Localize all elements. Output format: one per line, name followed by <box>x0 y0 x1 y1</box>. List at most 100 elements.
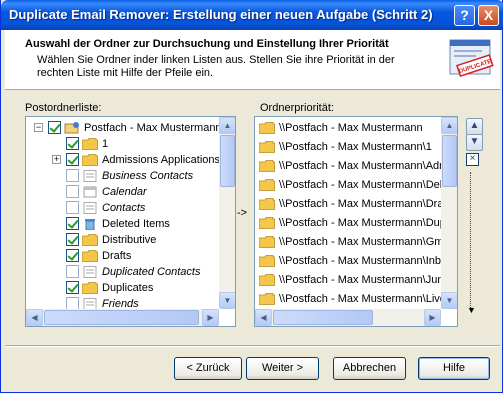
scroll-left-arrow-icon[interactable]: ◀ <box>255 309 272 326</box>
folder-priority-list[interactable]: \\Postfach - Max Mustermann \\Postfach - … <box>254 116 458 327</box>
expand-icon[interactable]: + <box>52 155 61 164</box>
tree-item-label: Duplicates <box>102 282 154 294</box>
folder-icon <box>259 274 275 286</box>
folder-checkbox[interactable] <box>66 265 79 278</box>
folder-checkbox[interactable] <box>66 233 79 246</box>
mailbox-icon <box>64 122 79 134</box>
priority-item-label: \\Postfach - Max Mustermann\1 <box>279 141 432 153</box>
left-list-label: Postordnerliste: <box>25 102 102 114</box>
folder-icon <box>259 255 275 267</box>
priority-item[interactable]: \\Postfach - Max Mustermann\Draf <box>255 196 447 212</box>
move-up-button[interactable]: ▲ <box>466 118 483 135</box>
title-help-button[interactable]: ? <box>454 5 475 26</box>
move-down-button[interactable]: ▼ <box>466 134 483 151</box>
scroll-up-arrow-icon[interactable]: ▲ <box>219 117 235 134</box>
right-hscroll-thumb[interactable] <box>273 310 373 325</box>
folder-icon <box>259 122 275 134</box>
contacts-icon <box>83 202 97 214</box>
left-hscroll-thumb[interactable] <box>44 310 199 325</box>
title-close-button[interactable]: X <box>478 5 499 26</box>
tree-item[interactable]: 1 <box>26 136 219 152</box>
right-horizontal-scrollbar[interactable]: ◀ ▶ <box>255 309 441 326</box>
folder-icon <box>82 282 98 294</box>
scroll-right-arrow-icon[interactable]: ▶ <box>424 309 441 326</box>
priority-item[interactable]: \\Postfach - Max Mustermann\Live <box>255 291 446 307</box>
left-horizontal-scrollbar[interactable]: ◀ ▶ <box>26 309 219 326</box>
tree-item-label: Postfach - Max Mustermann <box>84 122 222 134</box>
folder-icon <box>82 154 98 166</box>
mail-folder-tree[interactable]: − Postfach - Max Mustermann 1 + Admissions A… <box>25 116 236 327</box>
priority-item[interactable]: \\Postfach - Max Mustermann\Inbo <box>255 253 447 269</box>
priority-item[interactable]: \\Postfach - Max Mustermann\Junl <box>255 272 446 288</box>
left-vscroll-thumb[interactable] <box>220 135 235 187</box>
priority-item[interactable]: \\Postfach - Max Mustermann\Dele <box>255 177 448 193</box>
tree-item[interactable]: + Admissions Applications <box>26 152 220 168</box>
scroll-right-arrow-icon[interactable]: ▶ <box>202 309 219 326</box>
tree-item-label: Drafts <box>102 250 132 262</box>
priority-item-label: \\Postfach - Max Mustermann <box>279 122 423 134</box>
priority-item[interactable]: \\Postfach - Max Mustermann\Adm <box>255 158 448 174</box>
tree-item-label: Deleted Items <box>102 218 170 230</box>
folder-icon <box>259 141 275 153</box>
tree-item[interactable]: Business Contacts <box>26 168 219 184</box>
help-button[interactable]: Hilfe <box>418 357 490 380</box>
tree-item-label: Contacts <box>102 202 146 214</box>
calendar-icon <box>83 186 97 198</box>
trash-icon <box>85 219 95 230</box>
window-title: Duplicate Email Remover: Erstellung eine… <box>9 7 433 22</box>
scroll-down-arrow-icon[interactable]: ▼ <box>441 292 457 309</box>
priority-item[interactable]: \\Postfach - Max Mustermann\Dup <box>255 215 446 231</box>
scroll-down-arrow-icon[interactable]: ▼ <box>219 292 235 309</box>
priority-item-label: \\Postfach - Max Mustermann\Inbo <box>279 255 448 267</box>
tree-item[interactable]: Distributive <box>26 232 219 248</box>
folder-icon <box>82 250 98 262</box>
folder-checkbox[interactable] <box>66 217 79 230</box>
priority-item[interactable]: \\Postfach - Max Mustermann <box>255 120 441 136</box>
right-vscroll-thumb[interactable] <box>442 135 457 187</box>
back-button[interactable]: < Zurück <box>174 357 242 380</box>
priority-item[interactable]: \\Postfach - Max Mustermann\1 <box>255 139 441 155</box>
folder-checkbox[interactable] <box>48 121 61 134</box>
tree-item-label: 1 <box>102 138 109 150</box>
small-down-arrow-icon: ▼ <box>467 305 476 315</box>
scroll-left-arrow-icon[interactable]: ◀ <box>26 309 43 326</box>
folder-checkbox[interactable] <box>66 137 79 150</box>
folder-icon <box>259 217 275 229</box>
priority-item-label: \\Postfach - Max Mustermann\Junl <box>279 274 446 286</box>
remove-folder-button[interactable]: × <box>466 153 479 166</box>
title-bar[interactable]: Duplicate Email Remover: Erstellung eine… <box>1 0 503 30</box>
folder-checkbox[interactable] <box>66 153 79 166</box>
scroll-up-arrow-icon[interactable]: ▲ <box>441 117 457 134</box>
folder-icon <box>259 160 275 172</box>
folder-checkbox[interactable] <box>66 169 79 182</box>
collapse-icon[interactable]: − <box>34 123 43 132</box>
folder-icon <box>259 236 275 248</box>
priority-item-label: \\Postfach - Max Mustermann\Dele <box>279 179 449 191</box>
folder-icon <box>259 293 275 305</box>
tree-item[interactable]: Duplicated Contacts <box>26 264 219 280</box>
wizard-header: Auswahl der Ordner zur Durchsuchung und … <box>5 30 500 90</box>
right-vertical-scrollbar[interactable]: ▲ ▼ <box>441 117 457 309</box>
tree-item[interactable]: Calendar <box>26 184 219 200</box>
folder-icon <box>82 138 98 150</box>
folder-checkbox[interactable] <box>66 201 79 214</box>
cancel-button[interactable]: Abbrechen <box>333 357 406 380</box>
tree-item-label: Calendar <box>102 186 147 198</box>
tree-item[interactable]: Deleted Items <box>26 216 219 232</box>
tree-item[interactable]: Contacts <box>26 200 219 216</box>
next-button[interactable]: Weiter > <box>246 357 319 380</box>
contacts-icon <box>83 266 97 278</box>
priority-item[interactable]: \\Postfach - Max Mustermann\Gma <box>255 234 450 250</box>
header-description: Wählen Sie Ordner inder linken Listen au… <box>37 54 395 79</box>
folder-checkbox[interactable] <box>66 185 79 198</box>
tree-item[interactable]: − Postfach - Max Mustermann <box>26 120 222 136</box>
folder-checkbox[interactable] <box>66 281 79 294</box>
left-vertical-scrollbar[interactable]: ▲ ▼ <box>219 117 235 309</box>
tree-item[interactable]: Drafts <box>26 248 219 264</box>
folder-checkbox[interactable] <box>66 249 79 262</box>
tree-item[interactable]: Duplicates <box>26 280 219 296</box>
duplicate-stamp-icon: DUPLICATE <box>449 39 494 77</box>
contacts-icon <box>83 170 97 182</box>
header-title: Auswahl der Ordner zur Durchsuchung und … <box>25 38 389 50</box>
folder-icon <box>259 198 275 210</box>
